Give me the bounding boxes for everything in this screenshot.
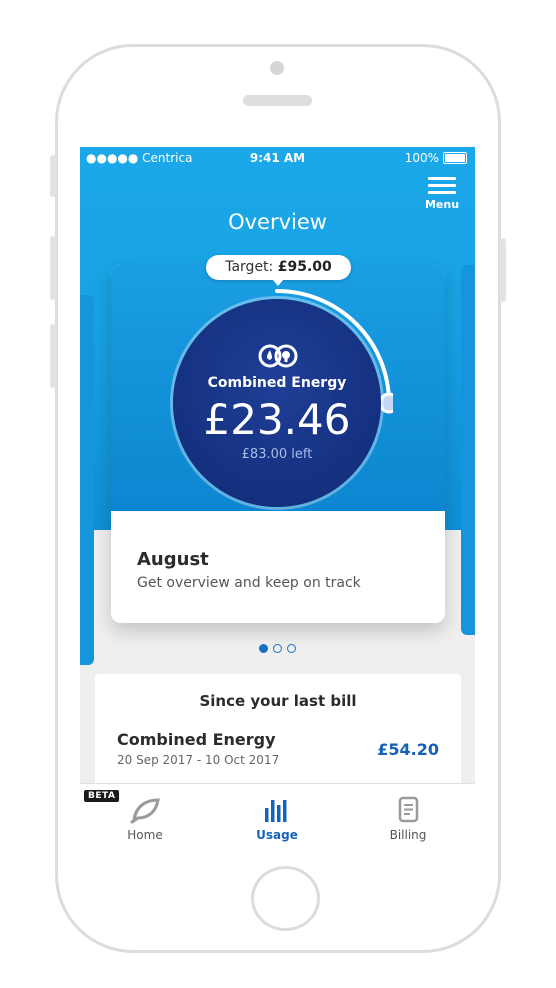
earpiece-speaker (243, 95, 312, 106)
volume-up-button (50, 236, 56, 300)
tab-usage-label: Usage (256, 828, 298, 842)
bill-icon (398, 796, 419, 823)
target-value: £95.00 (277, 259, 332, 275)
page-dot[interactable] (287, 644, 296, 653)
last-bill-card[interactable]: Since your last bill Combined Energy 20 … (95, 674, 461, 784)
mute-switch (50, 155, 56, 197)
remaining-amount: £83.00 left (241, 447, 313, 462)
status-bar: ●●●●● Centrica 9:41 AM 100% (80, 147, 475, 169)
app-screen: ●●●●● Centrica 9:41 AM 100% Menu Overvie… (80, 147, 475, 859)
card-footer: August Get overview and keep on track (111, 511, 445, 623)
combined-energy-icon (258, 344, 298, 368)
spent-amount: £23.46 (203, 395, 351, 444)
battery-indicator: 100% (405, 151, 467, 165)
menu-button[interactable]: Menu (423, 177, 461, 211)
tab-bar: BETA Home Usage Billing (80, 783, 475, 859)
volume-down-button (50, 324, 56, 388)
tab-usage[interactable]: Usage (227, 796, 327, 842)
fuel-label: Combined Energy (207, 375, 347, 391)
target-label: Target: (225, 259, 274, 275)
page-title: Overview (228, 210, 327, 234)
tab-billing[interactable]: Billing (358, 796, 458, 842)
page-dot[interactable] (259, 644, 268, 653)
month-label: August (137, 549, 209, 570)
leaf-icon (130, 798, 160, 824)
progress-knob (378, 392, 393, 414)
home-button[interactable] (251, 866, 320, 931)
tab-home-label: Home (127, 828, 163, 842)
battery-percent: 100% (404, 151, 439, 165)
page-dot[interactable] (273, 644, 282, 653)
front-camera (270, 61, 284, 75)
next-card-peek[interactable] (461, 265, 475, 635)
bill-fuel-label: Combined Energy (117, 730, 276, 749)
last-bill-title: Since your last bill (199, 692, 357, 710)
bill-date-range: 20 Sep 2017 - 10 Oct 2017 (117, 753, 280, 767)
bill-amount: £54.20 (377, 740, 439, 759)
power-button (500, 238, 506, 302)
battery-icon (443, 152, 467, 164)
overview-card[interactable]: Combined Energy £23.46 £83.00 left Augus… (111, 265, 445, 623)
hamburger-icon (423, 177, 461, 194)
bar-chart-icon (265, 800, 287, 822)
tab-home[interactable]: Home (95, 796, 195, 842)
spend-circle: Combined Energy £23.46 £83.00 left (173, 299, 381, 507)
target-tooltip: Target: £95.00 (206, 255, 351, 286)
page-indicator[interactable] (259, 644, 296, 653)
tab-billing-label: Billing (389, 828, 427, 842)
previous-card-peek[interactable] (80, 295, 94, 665)
card-subtitle: Get overview and keep on track (137, 575, 361, 591)
